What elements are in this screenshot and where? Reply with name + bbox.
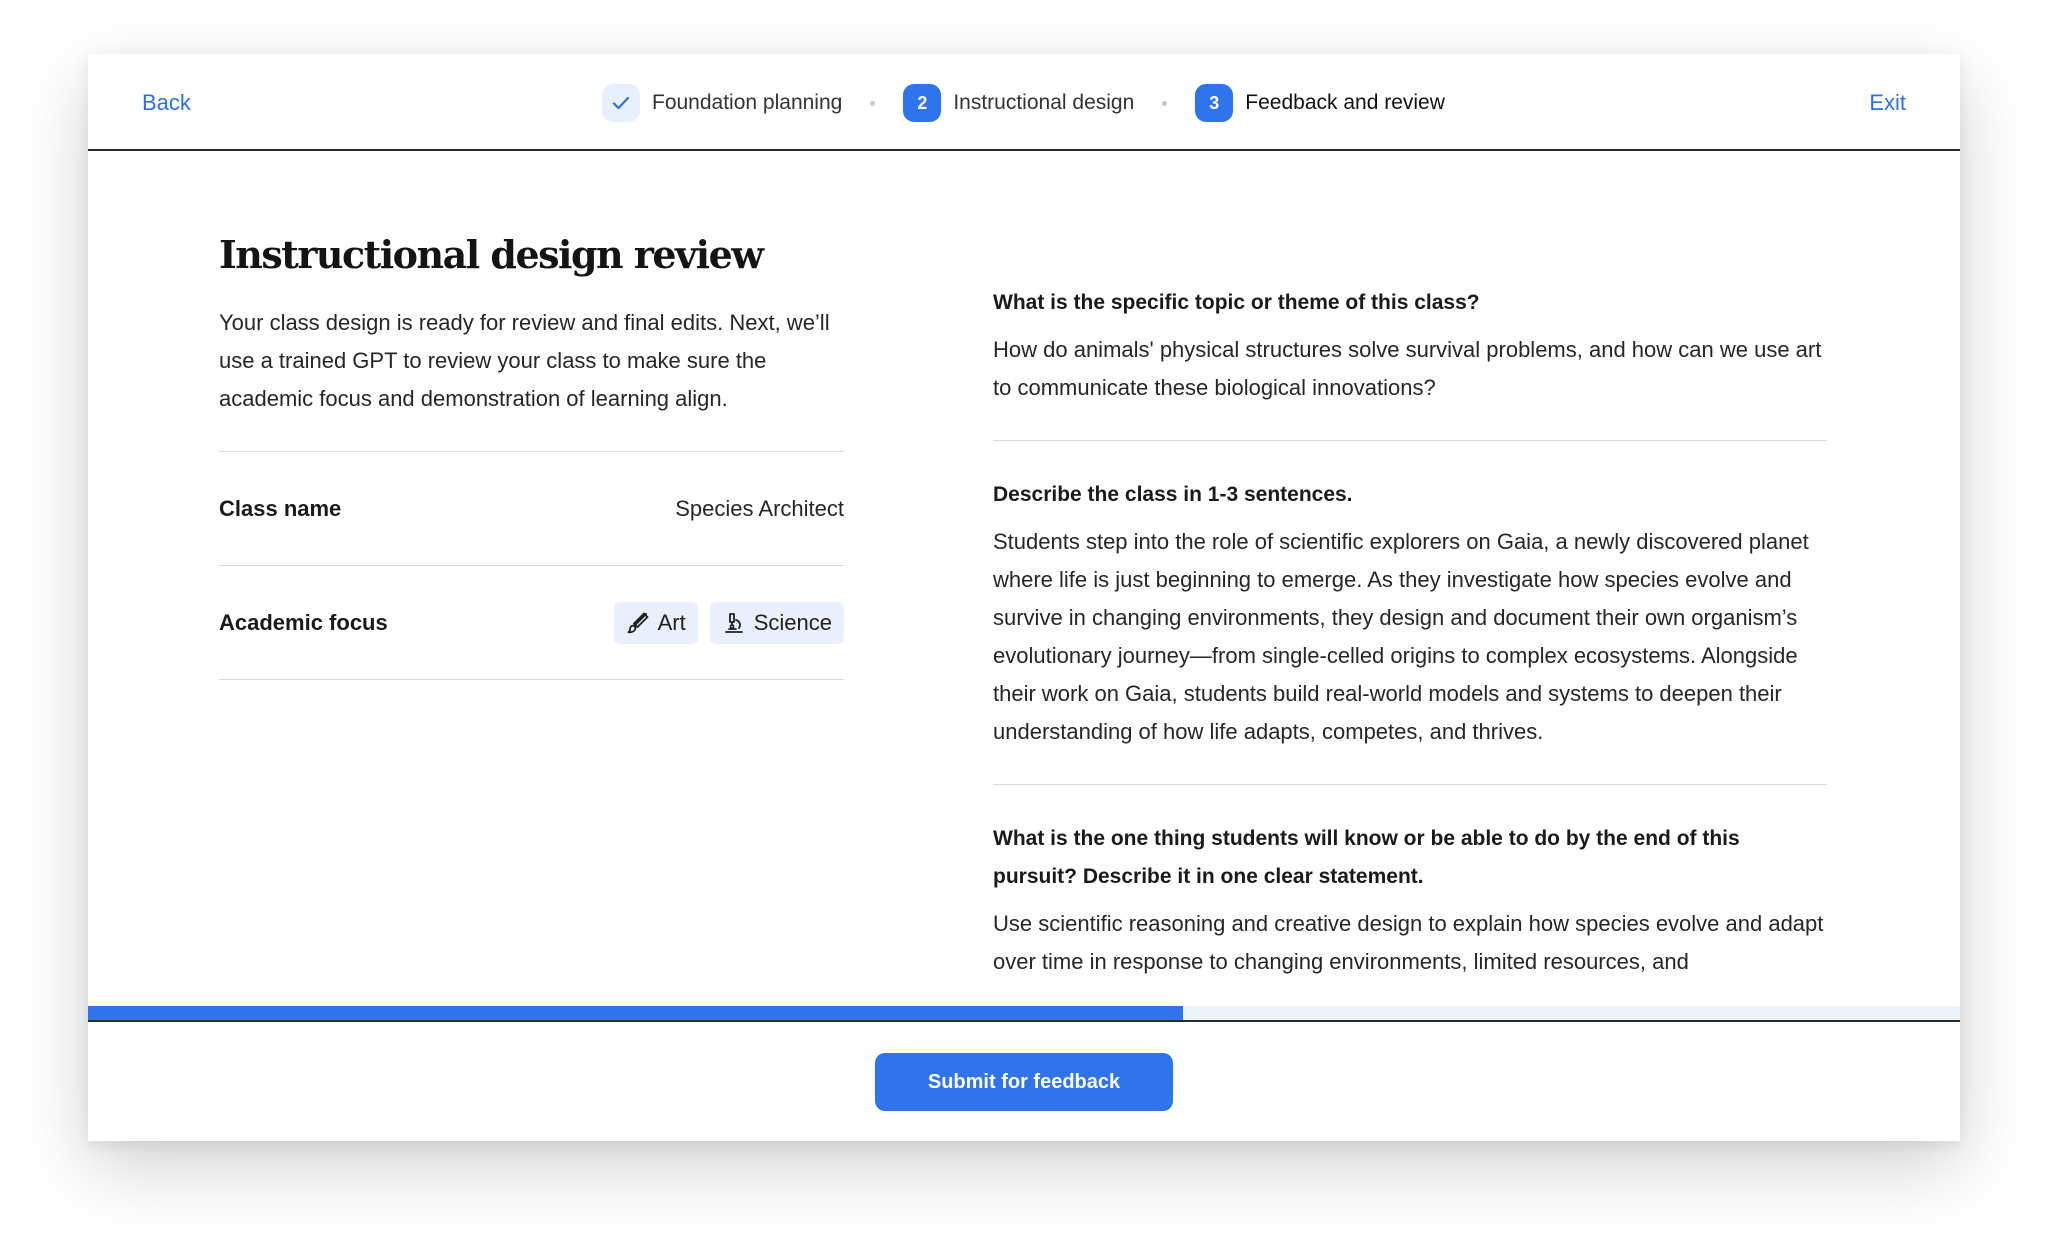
academic-focus-tags: Art Science — [613, 601, 844, 644]
step-instructional-design[interactable]: 2 Instructional design — [903, 84, 1134, 122]
tag-art: Art — [613, 601, 698, 644]
step-separator — [870, 100, 876, 106]
paintbrush-icon — [627, 612, 648, 633]
class-name-label: Class name — [219, 495, 342, 521]
back-link[interactable]: Back — [142, 90, 191, 116]
intro-text: Your class design is ready for review an… — [219, 310, 830, 411]
progress-bar — [88, 1006, 1960, 1022]
step-separator — [1162, 100, 1168, 106]
exit-link[interactable]: Exit — [1869, 90, 1906, 116]
class-name-value: Species Architect — [675, 495, 844, 521]
question-list[interactable]: What is the specific topic or theme of t… — [993, 284, 1827, 1061]
stepper: Foundation planning 2 Instructional desi… — [602, 83, 1445, 123]
answer-text: Students step into the role of scientifi… — [993, 529, 1809, 744]
step-number-badge: 3 — [1195, 84, 1234, 122]
app-window: Back Foundation planning 2 Instructional… — [88, 54, 1960, 1141]
answer-text: Use scientific reasoning and creative de… — [993, 911, 1824, 974]
class-name-row: Class name Species Architect — [219, 452, 844, 566]
tag-label: Science — [753, 609, 832, 635]
step-label: Feedback and review — [1245, 91, 1445, 114]
academic-focus-label: Academic focus — [219, 609, 388, 635]
question-text: What is the specific topic or theme of t… — [993, 291, 1480, 314]
qa-item: What is the one thing students will know… — [993, 820, 1827, 1015]
page-title: Instructional design review — [219, 232, 764, 277]
step-foundation-planning[interactable]: Foundation planning — [602, 84, 842, 122]
tag-label: Art — [657, 609, 686, 635]
submit-for-feedback-button[interactable]: Submit for feedback — [875, 1053, 1173, 1111]
qa-item: What is the specific topic or theme of t… — [993, 284, 1827, 441]
step-label: Instructional design — [953, 91, 1135, 114]
step-feedback-and-review[interactable]: 3 Feedback and review — [1195, 84, 1445, 122]
question-text: Describe the class in 1-3 sentences. — [993, 483, 1353, 506]
qa-item: Describe the class in 1-3 sentences. Stu… — [993, 476, 1827, 785]
footer: Submit for feedback — [88, 1022, 1960, 1141]
microscope-icon — [724, 612, 743, 633]
review-summary: Instructional design review Your class d… — [219, 232, 844, 680]
step-number-badge: 2 — [903, 84, 942, 122]
top-nav: Back Foundation planning 2 Instructional… — [88, 54, 1960, 151]
check-icon — [602, 84, 640, 122]
step-label: Foundation planning — [652, 91, 843, 114]
question-text: What is the one thing students will know… — [993, 827, 1740, 888]
academic-focus-row: Academic focus Art Science — [219, 566, 844, 680]
answer-text: How do animals' physical structures solv… — [993, 337, 1822, 400]
progress-fill — [88, 1006, 1184, 1020]
tag-science: Science — [709, 601, 844, 644]
